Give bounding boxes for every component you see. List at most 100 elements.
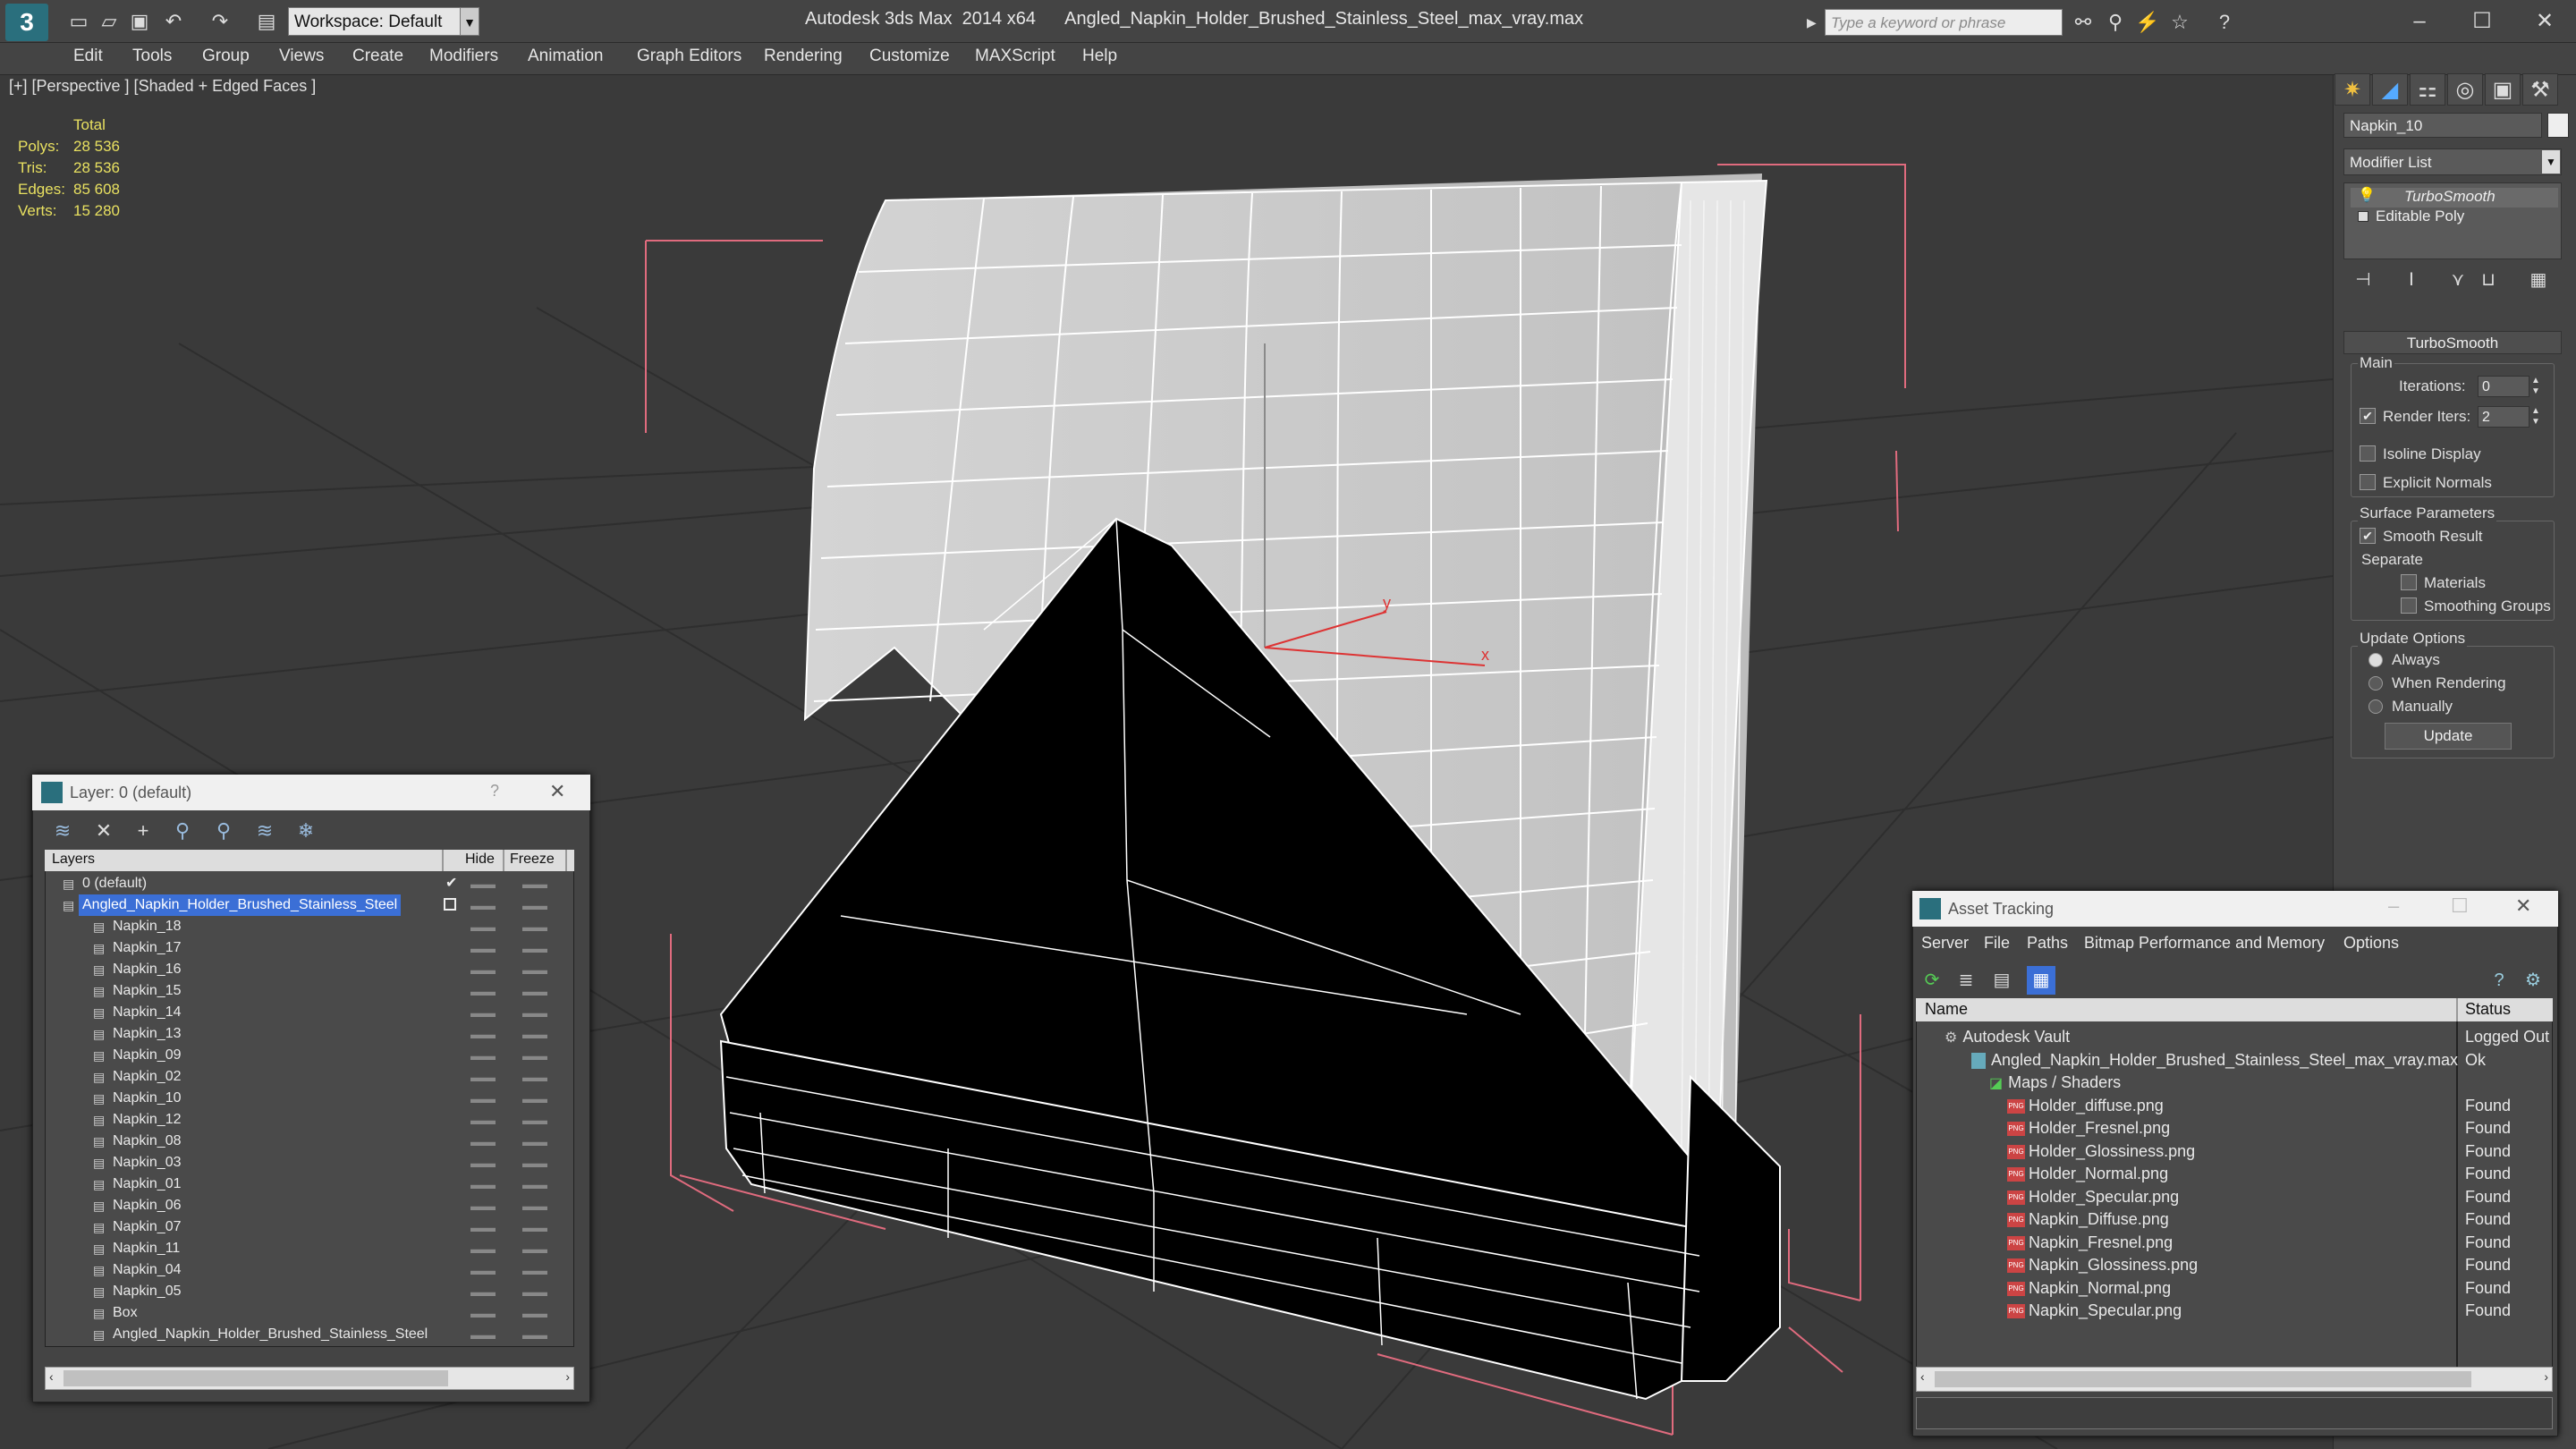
create-layer-icon[interactable]: ≋	[47, 816, 79, 846]
update-button[interactable]: Update	[2385, 723, 2512, 750]
layer-row[interactable]: ▤ Napkin_17 ▬▬ ▬▬	[47, 937, 572, 959]
configure-sets-icon[interactable]: ▦	[2524, 267, 2553, 293]
hide-toggle[interactable]: ▬▬	[470, 1109, 496, 1131]
pin-stack-icon[interactable]: ⊣	[2349, 267, 2377, 293]
asset-row[interactable]: PNG Holder_Specular.png Found	[1918, 1185, 2551, 1208]
display-tab-icon[interactable]: ▣	[2485, 73, 2521, 106]
layer-row[interactable]: ▤ Napkin_13 ▬▬ ▬▬	[47, 1023, 572, 1045]
asset-row[interactable]: PNG Holder_Fresnel.png Found	[1918, 1116, 2551, 1140]
layer-row[interactable]: ▤ Box ▬▬ ▬▬	[47, 1302, 572, 1324]
asset-row[interactable]: PNG Napkin_Normal.png Found	[1918, 1276, 2551, 1300]
asset-row[interactable]: PNG Holder_Glossiness.png Found	[1918, 1140, 2551, 1163]
menu-maxscript[interactable]: MAXScript	[975, 47, 1055, 66]
hide-toggle[interactable]: ▬▬	[470, 1152, 496, 1174]
active-layer-check-icon[interactable]: ✔	[445, 873, 457, 894]
hide-toggle[interactable]: ▬▬	[470, 894, 496, 916]
layer-close-button[interactable]: ✕	[549, 780, 565, 803]
asset-row[interactable]: PNG Holder_diffuse.png Found	[1918, 1094, 2551, 1117]
asset-help-icon[interactable]: ?	[2485, 966, 2513, 995]
layer-row[interactable]: ▤ Angled_Napkin_Holder_Brushed_Stainless_…	[47, 1324, 572, 1345]
freeze-toggle[interactable]: ▬▬	[522, 1174, 547, 1195]
smoothing-groups-checkbox[interactable]	[2401, 597, 2417, 614]
help-icon[interactable]: ?	[2211, 9, 2238, 36]
col-status[interactable]: Status	[2465, 1000, 2511, 1019]
freeze-toggle[interactable]: ▬▬	[522, 916, 547, 937]
explicit-normals-checkbox[interactable]	[2360, 474, 2376, 490]
asset-minimize-button[interactable]: –	[2388, 894, 2399, 918]
layer-row[interactable]: ▤ 0 (default) ▬▬ ▬▬ ✔	[47, 873, 572, 894]
favorites-star-icon[interactable]: ☆	[2166, 9, 2193, 36]
scroll-left-icon[interactable]: ‹	[49, 1369, 54, 1384]
chevron-down-icon[interactable]: ▼	[460, 7, 479, 36]
iterations-spinner[interactable]: 0	[2478, 376, 2529, 397]
close-button[interactable]: ✕	[2522, 5, 2567, 38]
app-logo-button[interactable]: 3	[5, 4, 48, 41]
asset-row[interactable]: PNG Holder_Normal.png Found	[1918, 1162, 2551, 1185]
remove-modifier-icon[interactable]: ⊔	[2474, 267, 2503, 293]
list-view-icon[interactable]: ≣	[1952, 966, 1980, 995]
hide-toggle[interactable]: ▬▬	[470, 1324, 496, 1345]
menu-animation[interactable]: Animation	[528, 47, 604, 66]
layer-row[interactable]: ▤ Napkin_18 ▬▬ ▬▬	[47, 916, 572, 937]
isoline-display-checkbox[interactable]	[2360, 445, 2376, 462]
modifier-list-dropdown[interactable]: Modifier List	[2343, 148, 2562, 175]
layer-help-button[interactable]: ?	[490, 782, 499, 801]
object-name-field[interactable]: Napkin_10	[2343, 113, 2542, 138]
freeze-toggle[interactable]: ▬▬	[522, 1259, 547, 1281]
freeze-toggle[interactable]: ▬▬	[522, 1324, 547, 1345]
layer-row[interactable]: ▤ Napkin_03 ▬▬ ▬▬	[47, 1152, 572, 1174]
freeze-toggle[interactable]: ▬▬	[522, 894, 547, 916]
asset-options-icon[interactable]: ⚙	[2519, 966, 2547, 995]
always-radio[interactable]	[2368, 653, 2383, 667]
hide-toggle[interactable]: ▬▬	[470, 1002, 496, 1023]
freeze-toggle[interactable]: ▬▬	[522, 980, 547, 1002]
freeze-toggle[interactable]: ▬▬	[522, 1109, 547, 1131]
render-iters-spinner[interactable]: 2	[2478, 406, 2529, 428]
asset-menu-server[interactable]: Server	[1921, 934, 1969, 953]
scroll-right-icon[interactable]: ›	[2544, 1369, 2548, 1384]
asset-menu-bitmap[interactable]: Bitmap Performance and Memory	[2084, 934, 2325, 953]
spinner-arrows-icon[interactable]: ▲ ▼	[2531, 406, 2542, 428]
when-rendering-radio[interactable]	[2368, 676, 2383, 691]
layer-row[interactable]: ▤ Napkin_12 ▬▬ ▬▬	[47, 1109, 572, 1131]
add-to-layer-icon[interactable]: +	[127, 816, 159, 846]
freeze-toggle[interactable]: ▬▬	[522, 873, 547, 894]
render-iters-checkbox[interactable]: ✔	[2360, 408, 2376, 424]
layer-row[interactable]: ▤ Napkin_11 ▬▬ ▬▬	[47, 1238, 572, 1259]
hide-toggle[interactable]: ▬▬	[470, 1302, 496, 1324]
thumbnail-view-icon[interactable]: ▤	[1987, 966, 2016, 995]
menu-graph-editors[interactable]: Graph Editors	[637, 47, 741, 66]
create-tab-icon[interactable]: ✷	[2334, 73, 2370, 106]
show-end-result-icon[interactable]: Ⅰ	[2397, 267, 2426, 293]
asset-menu-file[interactable]: File	[1984, 934, 2010, 953]
layer-row[interactable]: ▤ Napkin_05 ▬▬ ▬▬	[47, 1281, 572, 1302]
menu-customize[interactable]: Customize	[869, 47, 950, 66]
binoculars-icon[interactable]: ⚯	[2070, 9, 2097, 36]
asset-row[interactable]: PNG Napkin_Diffuse.png Found	[1918, 1208, 2551, 1231]
open-file-icon[interactable]: ▱	[97, 9, 122, 34]
expand-icon[interactable]	[2358, 211, 2368, 222]
asset-menu-options[interactable]: Options	[2343, 934, 2399, 953]
asset-horizontal-scrollbar[interactable]: ‹ ›	[1916, 1367, 2553, 1392]
col-name[interactable]: Name	[1925, 1000, 1968, 1019]
hierarchy-tab-icon[interactable]: ⚏	[2410, 73, 2445, 106]
spinner-arrows-icon[interactable]: ▲ ▼	[2531, 376, 2542, 397]
make-current-box[interactable]	[444, 898, 456, 911]
menu-tools[interactable]: Tools	[132, 47, 172, 66]
asset-close-button[interactable]: ✕	[2515, 894, 2531, 918]
freeze-toggle[interactable]: ▬▬	[522, 1281, 547, 1302]
asset-row[interactable]: ⚙ Autodesk Vault Logged Out	[1918, 1025, 2551, 1048]
viewport-label[interactable]: [+] [Perspective ] [Shaded + Edged Faces…	[9, 77, 316, 96]
menu-group[interactable]: Group	[202, 47, 250, 66]
hide-toggle[interactable]: ▬▬	[470, 1259, 496, 1281]
new-file-icon[interactable]: ▭	[66, 9, 91, 34]
layer-row[interactable]: ▤ Napkin_01 ▬▬ ▬▬	[47, 1174, 572, 1195]
search-toggle-icon[interactable]: ▶	[1807, 11, 1821, 34]
minimize-button[interactable]: –	[2397, 5, 2442, 38]
make-unique-icon[interactable]: ⋎	[2444, 267, 2472, 293]
redo-icon[interactable]: ↷	[208, 9, 233, 34]
asset-row[interactable]: PNG Napkin_Glossiness.png Found	[1918, 1253, 2551, 1276]
hide-toggle[interactable]: ▬▬	[470, 980, 496, 1002]
freeze-toggle[interactable]: ▬▬	[522, 1045, 547, 1066]
hide-toggle[interactable]: ▬▬	[470, 1174, 496, 1195]
